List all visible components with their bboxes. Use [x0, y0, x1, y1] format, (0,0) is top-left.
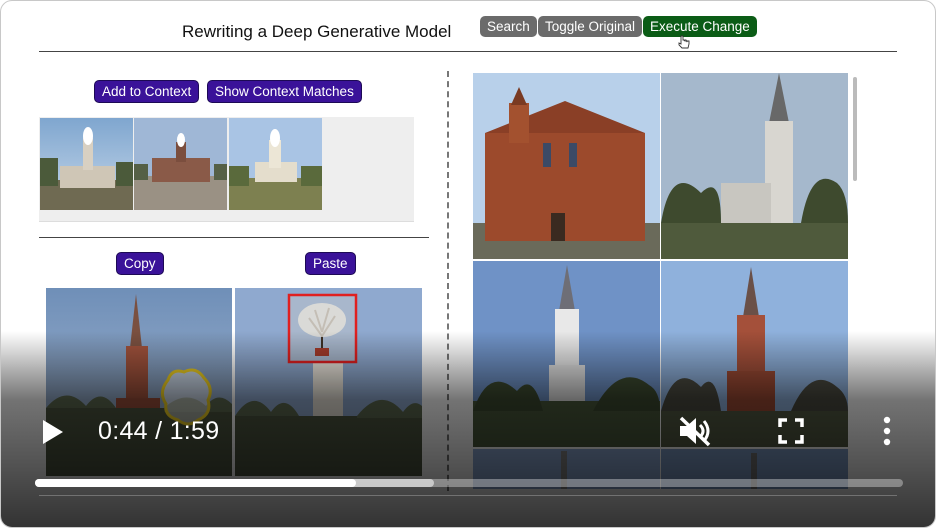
cursor-icon: [678, 35, 690, 49]
toggle-original-button[interactable]: Toggle Original: [538, 16, 643, 37]
footer-divider: [39, 495, 897, 496]
page-title: Rewriting a Deep Generative Model: [182, 22, 452, 41]
context-thumbnail[interactable]: [40, 118, 133, 210]
context-thumbnail[interactable]: [134, 118, 227, 210]
target-image-canvas[interactable]: [235, 288, 422, 476]
results-scrollbar-thumb[interactable]: [853, 77, 857, 181]
show-context-matches-button[interactable]: Show Context Matches: [207, 80, 362, 103]
header: Rewriting a Deep Generative Model: [39, 11, 897, 52]
mute-icon[interactable]: [677, 415, 713, 447]
video-played-bar: [35, 479, 357, 487]
video-progress-bar[interactable]: [35, 479, 903, 487]
result-image[interactable]: [661, 73, 848, 259]
app-frame: Rewriting a Deep Generative Model Search…: [0, 0, 936, 528]
source-image-canvas[interactable]: [46, 288, 232, 476]
fullscreen-icon[interactable]: [778, 418, 804, 444]
copy-button[interactable]: Copy: [116, 252, 164, 275]
search-button[interactable]: Search: [480, 16, 537, 37]
execute-change-button[interactable]: Execute Change: [643, 16, 757, 37]
paste-button[interactable]: Paste: [305, 252, 356, 275]
result-image[interactable]: [473, 73, 660, 259]
video-time: 0:44 / 1:59: [98, 417, 220, 445]
panel-divider: [447, 71, 449, 491]
more-vert-icon[interactable]: [881, 416, 893, 446]
add-to-context-button[interactable]: Add to Context: [94, 80, 200, 103]
context-strip: [39, 117, 414, 222]
section-divider: [39, 237, 429, 238]
result-image[interactable]: [473, 261, 660, 447]
play-icon[interactable]: [41, 418, 65, 446]
context-thumbnail[interactable]: [229, 118, 322, 210]
